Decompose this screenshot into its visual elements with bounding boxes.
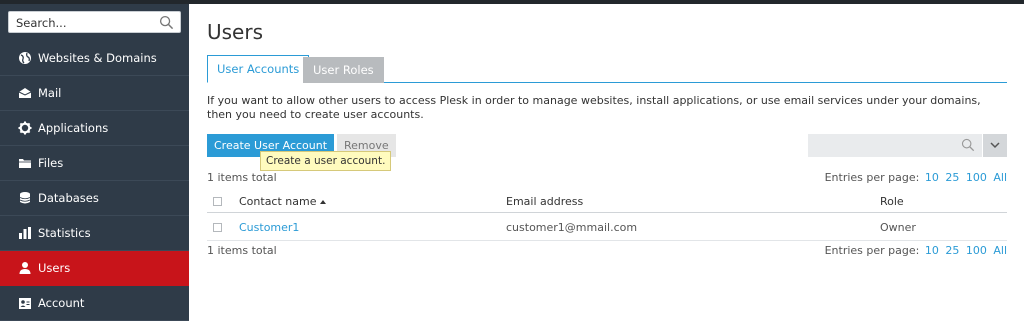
sidebar-item-label: Files (38, 156, 64, 170)
email-cell: customer1@mmail.com (506, 221, 638, 234)
items-total-bottom: 1 items total (207, 244, 277, 257)
sidebar: Search... Websites & Domains Mail Applic… (0, 4, 189, 321)
search-icon[interactable] (159, 15, 174, 30)
globe-icon (17, 51, 32, 65)
column-label: Contact name (239, 195, 317, 208)
sidebar-item-mail[interactable]: Mail (0, 76, 189, 111)
sidebar-item-label: Databases (38, 191, 99, 205)
search-icon[interactable] (961, 138, 975, 152)
chevron-down-icon (990, 142, 1000, 149)
folder-icon (17, 156, 32, 170)
entries-label: Entries per page: (824, 171, 920, 184)
select-all-checkbox[interactable] (213, 197, 222, 206)
entries-per-page-top: Entries per page: 10 25 100 All (825, 171, 1007, 184)
tab-user-roles[interactable]: User Roles (303, 57, 384, 83)
contact-name-link[interactable]: Customer1 (239, 221, 299, 234)
row-checkbox[interactable] (213, 223, 222, 232)
mail-icon (17, 86, 32, 100)
gear-icon (17, 121, 32, 135)
entries-option-all[interactable]: All (993, 244, 1007, 257)
sidebar-item-label: Statistics (38, 226, 91, 240)
table-row: Customer1 customer1@mmail.com Owner (207, 214, 1007, 241)
sidebar-item-statistics[interactable]: Statistics (0, 216, 189, 251)
column-header-role[interactable]: Role (880, 195, 904, 208)
tab-user-accounts[interactable]: User Accounts (207, 55, 310, 83)
sidebar-item-account[interactable]: Account (0, 286, 189, 321)
entries-option-25[interactable]: 25 (945, 171, 959, 184)
entries-option-100[interactable]: 100 (966, 171, 987, 184)
bar-chart-icon (17, 226, 32, 240)
entries-option-10[interactable]: 10 (925, 244, 939, 257)
sidebar-item-files[interactable]: Files (0, 146, 189, 181)
entries-label: Entries per page: (824, 244, 920, 257)
sidebar-nav: Websites & Domains Mail Applications Fil… (0, 41, 189, 321)
entries-option-25[interactable]: 25 (945, 244, 959, 257)
sidebar-item-users[interactable]: Users (0, 251, 189, 286)
sidebar-item-applications[interactable]: Applications (0, 111, 189, 146)
entries-option-10[interactable]: 10 (925, 171, 939, 184)
tooltip: Create a user account. (260, 151, 392, 171)
search-input[interactable]: Search... (8, 11, 181, 33)
entries-option-all[interactable]: All (993, 171, 1007, 184)
column-header-email[interactable]: Email address (506, 195, 583, 208)
table-header: Contact name Email address Role (207, 190, 1007, 213)
page-title: Users (207, 20, 264, 44)
column-header-contact-name[interactable]: Contact name (239, 195, 326, 208)
user-icon (17, 261, 32, 275)
tab-bar: User Accounts User Roles (207, 55, 1007, 83)
account-icon (17, 296, 32, 310)
sidebar-item-databases[interactable]: Databases (0, 181, 189, 216)
entries-option-100[interactable]: 100 (966, 244, 987, 257)
list-search-input[interactable] (808, 134, 982, 157)
sidebar-item-label: Users (38, 261, 71, 275)
sort-ascending-icon (319, 200, 326, 204)
entries-per-page-bottom: Entries per page: 10 25 100 All (825, 244, 1007, 257)
items-total-top: 1 items total (207, 171, 277, 184)
role-cell: Owner (880, 221, 916, 234)
sidebar-item-label: Websites & Domains (38, 51, 157, 65)
search-options-dropdown[interactable] (983, 134, 1007, 157)
sidebar-item-label: Mail (38, 86, 62, 100)
search-placeholder: Search... (16, 16, 67, 30)
sidebar-item-label: Applications (38, 121, 109, 135)
sidebar-item-label: Account (38, 296, 85, 310)
page-description: If you want to allow other users to acce… (207, 94, 981, 121)
database-icon (17, 191, 32, 205)
sidebar-item-websites-domains[interactable]: Websites & Domains (0, 41, 189, 76)
